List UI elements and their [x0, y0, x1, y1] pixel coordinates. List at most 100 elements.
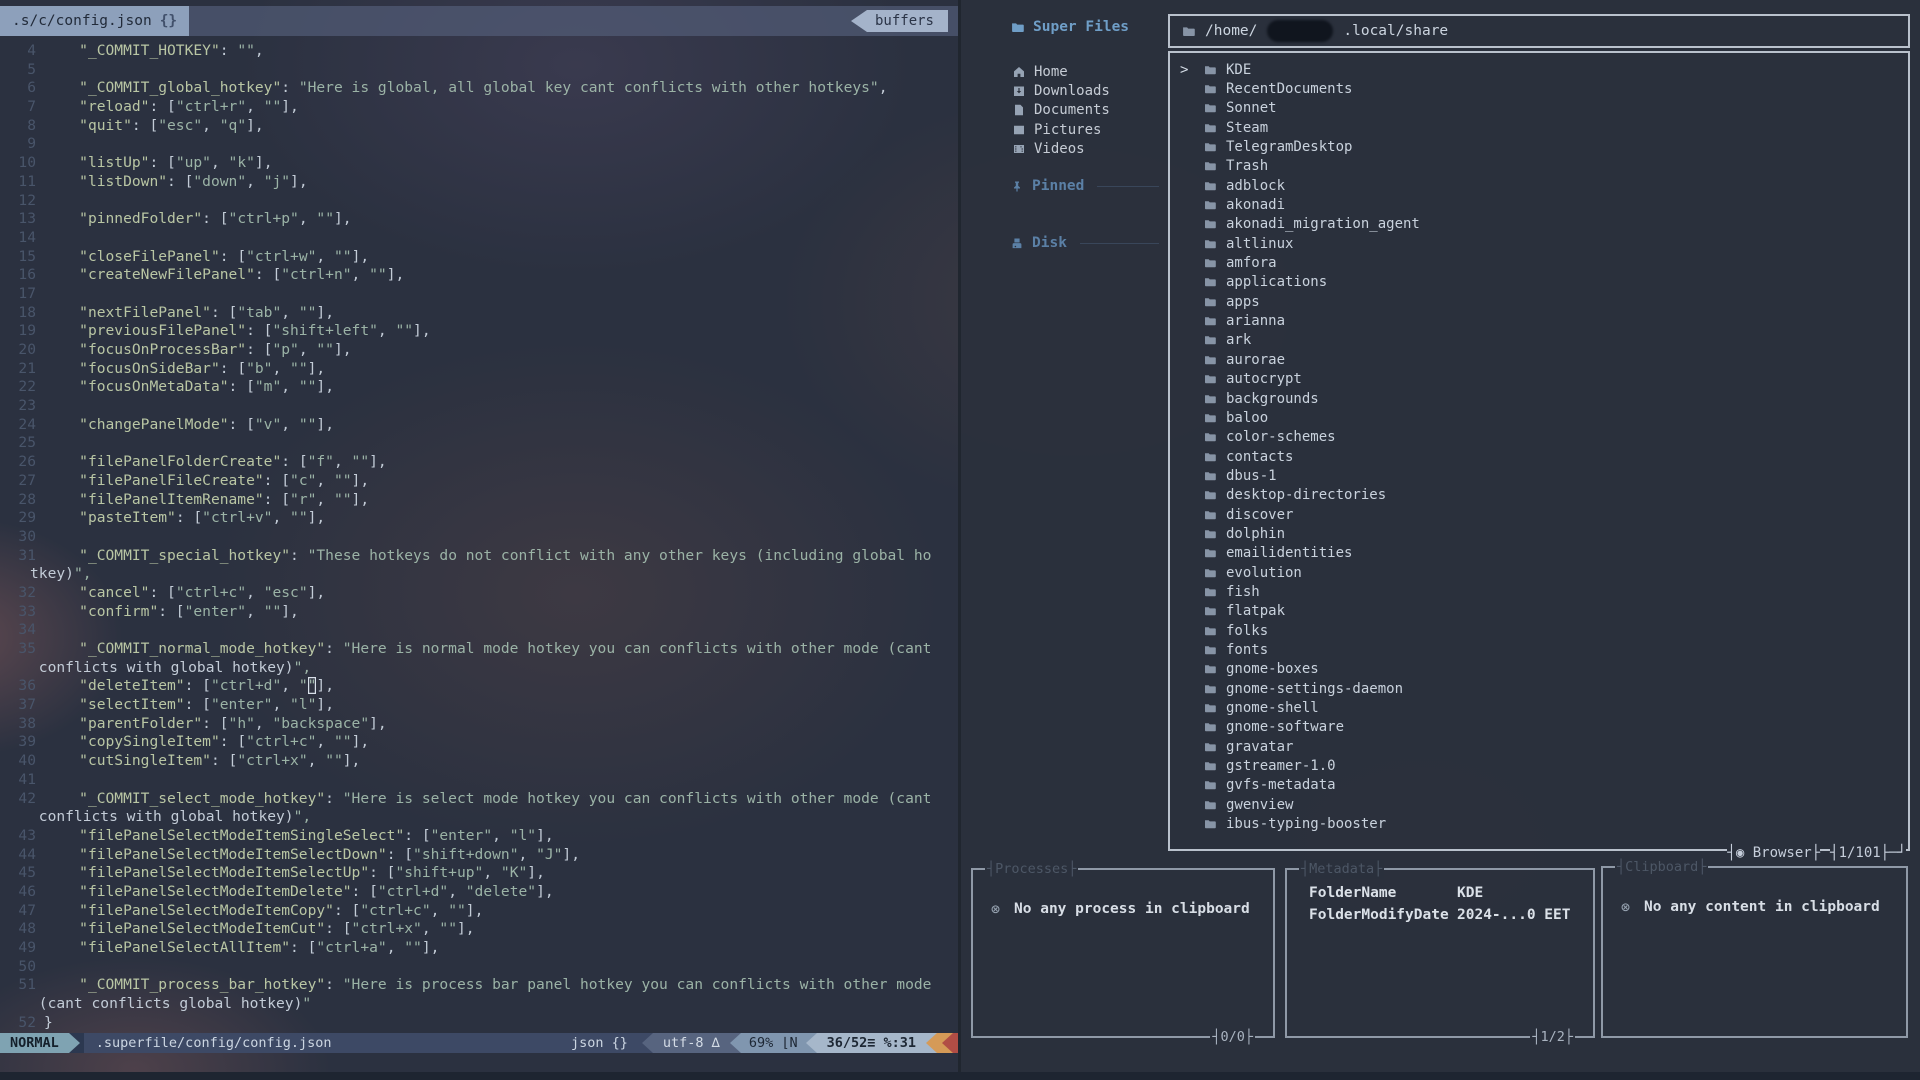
file-row[interactable]: gnome-software: [1170, 718, 1908, 737]
metadata-title: ┤Metadata├: [1299, 859, 1384, 879]
encoding-indicator: utf-8 ∆: [653, 1033, 730, 1053]
file-name: KDE: [1226, 62, 1251, 78]
editor-tabbar: .s/c/config.json {} buffers: [0, 6, 958, 36]
path-bar[interactable]: /home/ .local/share: [1168, 14, 1910, 48]
code-area[interactable]: 4 "_COMMIT_HOTKEY": "", 5 6 "_COMMIT_glo…: [0, 42, 958, 1032]
file-panel: /home/ .local/share KDE RecentDocu: [1168, 14, 1910, 851]
file-row[interactable]: ibus-typing-booster: [1170, 814, 1908, 833]
file-row[interactable]: applications: [1170, 273, 1908, 292]
line-number: 17: [0, 285, 36, 304]
file-row[interactable]: apps: [1170, 292, 1908, 311]
folder-icon: [1204, 702, 1216, 714]
video-icon: [1013, 143, 1025, 155]
file-row[interactable]: ark: [1170, 331, 1908, 350]
file-name: folks: [1226, 623, 1268, 639]
file-row[interactable]: fonts: [1170, 640, 1908, 659]
file-name: fish: [1226, 584, 1260, 600]
file-row[interactable]: gstreamer-1.0: [1170, 756, 1908, 775]
file-row[interactable]: contacts: [1170, 447, 1908, 466]
file-row[interactable]: desktop-directories: [1170, 486, 1908, 505]
file-row[interactable]: evolution: [1170, 563, 1908, 582]
code-line: 44 "filePanelSelectModeItemSelectDown": …: [0, 846, 958, 865]
file-row[interactable]: dolphin: [1170, 524, 1908, 543]
file-row[interactable]: folks: [1170, 621, 1908, 640]
file-row[interactable]: arianna: [1170, 311, 1908, 330]
folder-icon: [1204, 218, 1216, 230]
code-text: "filePanelFolderCreate": ["f", ""],: [44, 453, 387, 472]
code-line: 50: [0, 958, 958, 977]
file-row[interactable]: akonadi_migration_agent: [1170, 215, 1908, 234]
code-line: 49 "filePanelSelectAllItem": ["ctrl+a", …: [0, 939, 958, 958]
file-row[interactable]: adblock: [1170, 176, 1908, 195]
code-text: "listUp": ["up", "k"],: [44, 154, 272, 173]
line-number: 10: [0, 154, 36, 173]
file-row[interactable]: gnome-shell: [1170, 698, 1908, 717]
file-row[interactable]: akonadi: [1170, 195, 1908, 214]
file-row[interactable]: Trash: [1170, 157, 1908, 176]
file-row[interactable]: gravatar: [1170, 737, 1908, 756]
path-prefix: /home/: [1205, 23, 1257, 39]
file-row[interactable]: amfora: [1170, 253, 1908, 272]
file-row[interactable]: discover: [1170, 505, 1908, 524]
code-text: "previousFilePanel": ["shift+left", ""],: [44, 322, 431, 341]
file-name: TelegramDesktop: [1226, 139, 1352, 155]
file-row[interactable]: fish: [1170, 582, 1908, 601]
sidebar-item-pictures[interactable]: Pictures: [1013, 120, 1110, 139]
sidebar-item-videos[interactable]: Videos: [1013, 139, 1110, 158]
line-number: 19: [0, 322, 36, 341]
file-row[interactable]: emailidentities: [1170, 544, 1908, 563]
json-icon: {}: [160, 13, 177, 29]
line-number: 11: [0, 173, 36, 192]
sidebar-item-home[interactable]: Home: [1013, 62, 1110, 81]
file-panel-footer: ┤◉ Browser├ ┤1/101├─┘: [1727, 843, 1906, 863]
line-number: 47: [0, 902, 36, 921]
code-line: 24 "changePanelMode": ["v", ""],: [0, 416, 958, 435]
folder-icon: [1204, 141, 1216, 153]
line-number: 23: [0, 397, 36, 416]
terminal-screen: .s/c/config.json {} buffers 4 "_COMMIT_H…: [0, 0, 1920, 1080]
file-name: ibus-typing-booster: [1226, 816, 1386, 832]
file-list[interactable]: KDE RecentDocuments Sonnet: [1168, 51, 1910, 851]
file-name: dbus-1: [1226, 468, 1277, 484]
sidebar-item-downloads[interactable]: Downloads: [1013, 81, 1110, 100]
file-name: RecentDocuments: [1226, 81, 1352, 97]
code-line: 47 "filePanelSelectModeItemCopy": ["ctrl…: [0, 902, 958, 921]
file-row[interactable]: baloo: [1170, 408, 1908, 427]
file-name: Sonnet: [1226, 100, 1277, 116]
file-row[interactable]: color-schemes: [1170, 428, 1908, 447]
file-row[interactable]: dbus-1: [1170, 466, 1908, 485]
file-row[interactable]: flatpak: [1170, 602, 1908, 621]
folder-icon: [1204, 354, 1216, 366]
file-name: amfora: [1226, 255, 1277, 271]
line-number: 8: [0, 117, 36, 136]
file-row[interactable]: Steam: [1170, 118, 1908, 137]
buffers-indicator: buffers: [851, 10, 948, 32]
folder-icon: [1204, 683, 1216, 695]
file-row[interactable]: RecentDocuments: [1170, 79, 1908, 98]
file-row[interactable]: gvfs-metadata: [1170, 776, 1908, 795]
code-line: 40 "cutSingleItem": ["ctrl+x", ""],: [0, 752, 958, 771]
tab-config-json[interactable]: .s/c/config.json {}: [0, 6, 189, 36]
code-line: 4 "_COMMIT_HOTKEY": "",: [0, 42, 958, 61]
code-line: 19 "previousFilePanel": ["shift+left", "…: [0, 322, 958, 341]
home-icon: [1013, 66, 1025, 78]
sidebar-nav: Home Downloads Documents Pictures Videos: [1013, 62, 1110, 158]
file-name: backgrounds: [1226, 391, 1319, 407]
line-number: 51: [0, 976, 36, 995]
file-row[interactable]: Sonnet: [1170, 99, 1908, 118]
file-name: autocrypt: [1226, 371, 1302, 387]
code-text: "pinnedFolder": ["ctrl+p", ""],: [44, 210, 352, 229]
file-row[interactable]: backgrounds: [1170, 389, 1908, 408]
file-row[interactable]: gwenview: [1170, 795, 1908, 814]
file-row[interactable]: aurorae: [1170, 350, 1908, 369]
sidebar-item-documents[interactable]: Documents: [1013, 101, 1110, 120]
file-row[interactable]: gnome-settings-daemon: [1170, 679, 1908, 698]
file-row[interactable]: TelegramDesktop: [1170, 137, 1908, 156]
file-row[interactable]: gnome-boxes: [1170, 660, 1908, 679]
document-icon: [1013, 104, 1025, 116]
file-row[interactable]: autocrypt: [1170, 370, 1908, 389]
file-row[interactable]: KDE: [1170, 60, 1908, 79]
code-text: "pasteItem": ["ctrl+v", ""],: [44, 509, 325, 528]
code-line: 30: [0, 528, 958, 547]
file-row[interactable]: altlinux: [1170, 234, 1908, 253]
